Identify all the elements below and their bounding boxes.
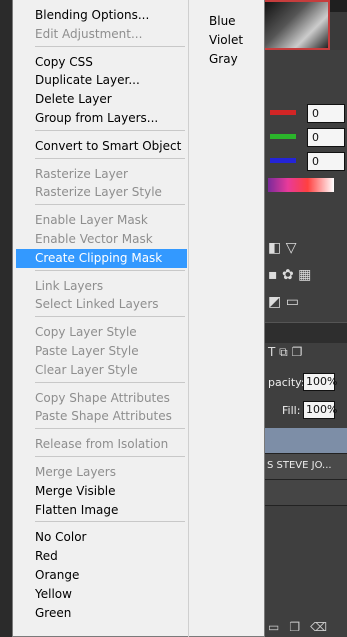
new-layer-icon[interactable]: ❐ (289, 620, 310, 634)
menu-separator (35, 521, 185, 523)
menu-item-copy-shape-attributes: Copy Shape Attributes (35, 390, 170, 405)
color-lookup-icon[interactable]: ▦ (298, 267, 311, 283)
channel-slider[interactable] (270, 110, 296, 115)
menu-item-select-linked-layers: Select Linked Layers (35, 297, 159, 312)
layers-bottom-icons: ▭❐⌫ (268, 620, 337, 634)
menu-item-rasterize-layer-style: Rasterize Layer Style (35, 185, 162, 200)
levels-icon[interactable]: ▪ (268, 267, 278, 283)
menu-separator (35, 157, 185, 159)
adjust-icons-row-1: ◧ ▽ (268, 240, 296, 256)
color-channel-row: 0 (270, 104, 347, 128)
menu-item-merge-visible[interactable]: Merge Visible (16, 482, 187, 501)
smart-object-filter-icon[interactable]: ❐ (292, 345, 303, 359)
selective-color-icon[interactable]: ▭ (286, 294, 299, 310)
menu-separator (35, 316, 185, 318)
layer-context-menu: Blending Options... Edit Adjustment... Cop… (12, 0, 265, 637)
opacity-field[interactable]: 100% (303, 373, 337, 391)
menu-column-divider (188, 0, 189, 637)
menu-item-no-color[interactable]: No Color (16, 528, 187, 547)
menu-item-paste-layer-style: Paste Layer Style (35, 344, 139, 358)
menu-item-duplicate-layer[interactable]: Duplicate Layer... (16, 71, 187, 90)
menu-separator (35, 381, 185, 383)
menu-separator (35, 269, 185, 271)
layers-tab-strip[interactable] (265, 322, 347, 343)
menu-item-copy-css[interactable]: Copy CSS (16, 53, 187, 72)
menu-item-gray[interactable]: Gray (209, 50, 238, 69)
channel-value-field[interactable]: 0 (307, 152, 345, 171)
menu-item-merge-layers: Merge Layers (35, 465, 116, 479)
layer-row[interactable] (265, 480, 347, 506)
menu-item-delete-layer[interactable]: Delete Layer (16, 90, 187, 109)
menu-separator (35, 428, 185, 430)
gradient-map-icon[interactable]: ◧ (268, 240, 281, 256)
menu-item-release-from-isolation: Release from Isolation (35, 437, 169, 452)
menu-item-clear-layer-style: Clear Layer Style (35, 362, 138, 377)
menu-item-violet[interactable]: Violet (209, 31, 243, 50)
color-channel-row: 0 (270, 152, 347, 176)
layer-row-text[interactable]: S STEVE JO... (265, 454, 347, 480)
menu-item-create-clipping-mask[interactable]: Create Clipping Mask (16, 248, 187, 268)
menu-item-group-from-layers[interactable]: Group from Layers... (16, 109, 187, 128)
menu-item-copy-layer-style: Copy Layer Style (35, 325, 137, 340)
adjust-icons-row-3: ◩ ▭ (268, 294, 299, 310)
menu-item-enable-layer-mask: Enable Layer Mask (35, 213, 148, 228)
trash-icon[interactable]: ⌫ (310, 620, 337, 634)
canvas-thumbnail (262, 0, 330, 50)
channel-slider[interactable] (270, 134, 296, 139)
menu-item-blue[interactable]: Blue (209, 12, 236, 31)
menu-item-paste-shape-attributes: Paste Shape Attributes (35, 409, 172, 424)
fill-field[interactable]: 100% (303, 401, 337, 419)
menu-item-enable-vector-mask: Enable Vector Mask (35, 232, 153, 246)
folder-icon[interactable]: ▭ (268, 620, 289, 634)
menu-item-yellow[interactable]: Yellow (16, 585, 187, 604)
menu-item-rasterize-layer: Rasterize Layer (35, 166, 128, 181)
menu-separator (35, 45, 185, 47)
type-filter-icon[interactable]: T (268, 345, 275, 359)
channel-value-field[interactable]: 0 (307, 128, 345, 147)
menu-separator (35, 129, 185, 131)
menu-item-green[interactable]: Green (16, 604, 187, 623)
adjust-icons-row-2: ▪ ✿ ▦ (268, 267, 311, 283)
layer-filter-icons: T ⧉ ❐ (268, 345, 302, 360)
menu-separator (35, 456, 185, 457)
menu-item-red[interactable]: Red (16, 547, 187, 566)
color-channel-row: 0 (270, 128, 347, 152)
threshold-icon[interactable]: ◩ (268, 294, 281, 310)
color-spectrum[interactable] (268, 178, 334, 192)
menu-item-blending-options[interactable]: Blending Options... (16, 6, 187, 25)
menu-item-convert-to-smart-object[interactable]: Convert to Smart Object (16, 137, 187, 156)
menu-separator (35, 204, 185, 206)
layer-row-selected[interactable] (265, 428, 347, 454)
menu-item-link-layers: Link Layers (35, 278, 104, 293)
channel-slider[interactable] (270, 158, 296, 163)
channel-value-field[interactable]: 0 (307, 104, 345, 123)
menu-item-flatten-image[interactable]: Flatten Image (16, 501, 187, 520)
shape-filter-icon[interactable]: ⧉ (279, 345, 288, 359)
channel-mixer-icon[interactable]: ✿ (282, 267, 294, 283)
opacity-label: pacity: (268, 376, 305, 389)
fill-label: Fill: (282, 404, 301, 417)
menu-item-edit-adjustment: Edit Adjustment... (35, 26, 143, 41)
triangle-icon[interactable]: ▽ (286, 240, 297, 256)
menu-item-orange[interactable]: Orange (16, 566, 187, 585)
